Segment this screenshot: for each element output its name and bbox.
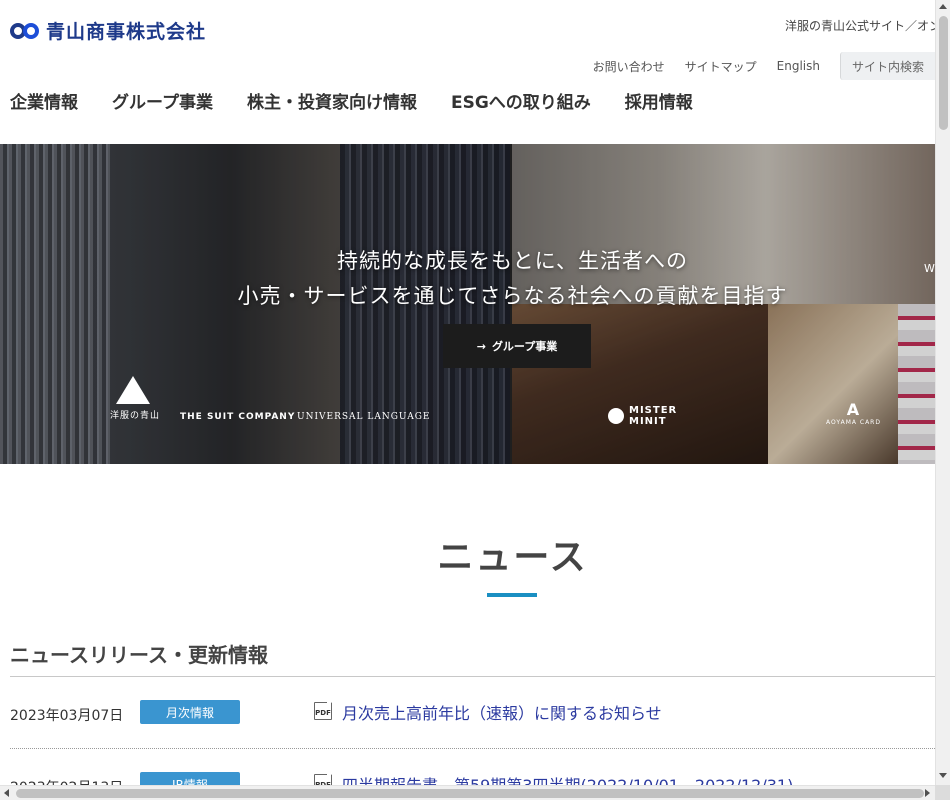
brand-logo-aoyama: 洋服の青山 — [110, 376, 159, 421]
news-title-underline — [487, 593, 537, 597]
vertical-scroll-thumb[interactable] — [939, 16, 948, 130]
hero-edge-text: W — [924, 262, 935, 275]
news-title: ニュース — [437, 537, 588, 578]
brand-logo-aoyama-card: A AOYAMA CARD — [826, 400, 881, 426]
news-category-tag[interactable]: 月次情報 — [140, 700, 240, 724]
group-business-button[interactable]: → グループ事業 — [443, 324, 591, 368]
site-search-input[interactable]: サイト内検索 — [840, 52, 935, 80]
news-title-link[interactable]: 月次売上高前年比（速報）に関するお知らせ — [342, 700, 662, 724]
company-logo[interactable]: 青山商事株式会社 — [10, 17, 206, 44]
sitemap-link[interactable]: サイトマップ — [685, 58, 757, 75]
minit-circle-icon — [608, 408, 624, 424]
gnav-esg[interactable]: ESGへの取り組み — [451, 88, 591, 113]
logo-text: 青山商事株式会社 — [46, 21, 207, 43]
arrow-right-icon: → — [476, 339, 486, 353]
brand-logo-universal-language: UNIVERSAL LANGUAGE — [297, 412, 431, 422]
gnav-investors[interactable]: 株主・投資家向け情報 — [247, 88, 417, 113]
logo-mark-icon — [10, 21, 40, 41]
gnav-recruit[interactable]: 採用情報 — [625, 88, 693, 113]
scroll-right-icon[interactable] — [925, 789, 930, 797]
vertical-scrollbar[interactable] — [935, 0, 950, 785]
brand-logo-suit-company: THE SUIT COMPANY — [180, 412, 296, 422]
site-header: 青山商事株式会社 洋服の青山公式サイト／オンラインストア お問い合わせ サイトマ… — [0, 0, 935, 144]
brand-logo-mister-minit: MISTER MINIT — [608, 405, 677, 427]
horizontal-scrollbar[interactable] — [0, 785, 935, 800]
contact-link[interactable]: お問い合わせ — [593, 58, 665, 75]
scroll-left-icon[interactable] — [4, 789, 9, 797]
hero-banner: 持続的な成長をもとに、生活者への 小売・サービスを通じてさらなる社会への貢献を目… — [0, 144, 935, 464]
news-item: 2023年03月07日 月次情報 PDF 月次売上高前年比（速報）に関するお知ら… — [10, 700, 935, 726]
english-link[interactable]: English — [777, 59, 820, 73]
news-section-heading: ニュースリリース・更新情報 — [10, 643, 268, 667]
utility-nav: お問い合わせ サイトマップ English サイト内検索 — [593, 52, 935, 80]
scrollbar-corner — [935, 785, 950, 800]
section-divider — [10, 676, 935, 677]
scroll-down-icon[interactable] — [939, 773, 947, 778]
scroll-up-icon[interactable] — [939, 4, 947, 9]
news-date: 2023年03月07日 — [10, 708, 124, 724]
news-item-divider — [10, 748, 935, 749]
gnav-group-business[interactable]: グループ事業 — [112, 88, 213, 113]
top-external-link[interactable]: 洋服の青山公式サイト／オンラインストア — [785, 17, 935, 34]
horizontal-scroll-thumb[interactable] — [16, 789, 924, 798]
hero-tagline: 持続的な成長をもとに、生活者への 小売・サービスを通じてさらなる社会への貢献を目… — [237, 249, 788, 308]
pdf-icon: PDF — [314, 702, 332, 720]
gnav-company[interactable]: 企業情報 — [10, 88, 78, 113]
global-nav: 企業情報 グループ事業 株主・投資家向け情報 ESGへの取り組み 採用情報 — [10, 88, 727, 113]
